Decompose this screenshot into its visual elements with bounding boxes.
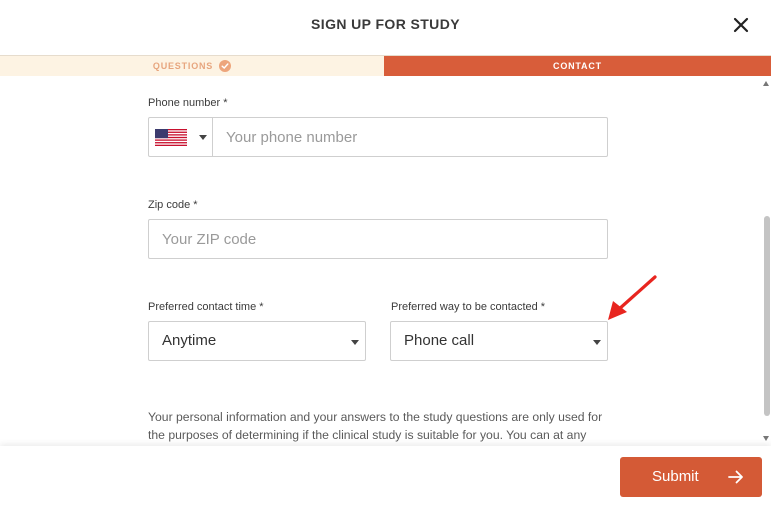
submit-button[interactable]: Submit bbox=[620, 457, 762, 497]
arrow-right-icon bbox=[728, 470, 743, 484]
modal-title: SIGN UP FOR STUDY bbox=[311, 16, 460, 32]
scroll-down-icon[interactable] bbox=[763, 436, 769, 441]
red-arrow-annotation bbox=[608, 275, 657, 320]
phone-label: Phone number * bbox=[148, 97, 228, 109]
contact-method-value: Phone call bbox=[404, 332, 475, 349]
scrollbar-thumb[interactable] bbox=[764, 216, 770, 416]
step-contact-label: CONTACT bbox=[553, 61, 602, 71]
step-questions[interactable]: QUESTIONS bbox=[0, 56, 384, 76]
check-icon bbox=[219, 60, 232, 72]
scrollbar[interactable] bbox=[760, 76, 771, 446]
submit-label: Submit bbox=[652, 468, 699, 485]
chevron-down-icon bbox=[593, 340, 601, 345]
us-flag-icon bbox=[155, 129, 187, 146]
phone-field bbox=[148, 117, 608, 157]
contact-method-label: Preferred way to be contacted * bbox=[391, 301, 546, 313]
scroll-up-icon[interactable] bbox=[763, 81, 769, 86]
close-button[interactable] bbox=[729, 13, 753, 37]
zip-input[interactable] bbox=[162, 220, 602, 258]
contact-method-select[interactable]: Phone call bbox=[390, 321, 608, 361]
country-code-select[interactable] bbox=[149, 118, 213, 156]
contact-time-select[interactable]: Anytime bbox=[148, 321, 366, 361]
close-icon bbox=[733, 17, 749, 33]
privacy-disclaimer: Your personal information and your answe… bbox=[148, 410, 603, 442]
signup-modal: SIGN UP FOR STUDY QUESTIONS CONTACT Phon… bbox=[0, 0, 771, 507]
step-questions-label: QUESTIONS bbox=[152, 61, 214, 71]
chevron-down-icon bbox=[199, 135, 207, 140]
form-scroll-area: Phone number * Zip code * bbox=[0, 76, 771, 446]
zip-label: Zip code * bbox=[148, 199, 198, 211]
progress-steps: QUESTIONS CONTACT bbox=[0, 55, 771, 76]
modal-header: SIGN UP FOR STUDY bbox=[0, 0, 771, 55]
contact-time-label: Preferred contact time * bbox=[148, 301, 264, 313]
step-contact[interactable]: CONTACT bbox=[384, 56, 771, 76]
chevron-down-icon bbox=[351, 340, 359, 345]
contact-time-value: Anytime bbox=[162, 332, 217, 349]
modal-footer: Submit bbox=[0, 446, 771, 507]
zip-field bbox=[148, 219, 608, 259]
phone-input[interactable] bbox=[226, 118, 604, 156]
